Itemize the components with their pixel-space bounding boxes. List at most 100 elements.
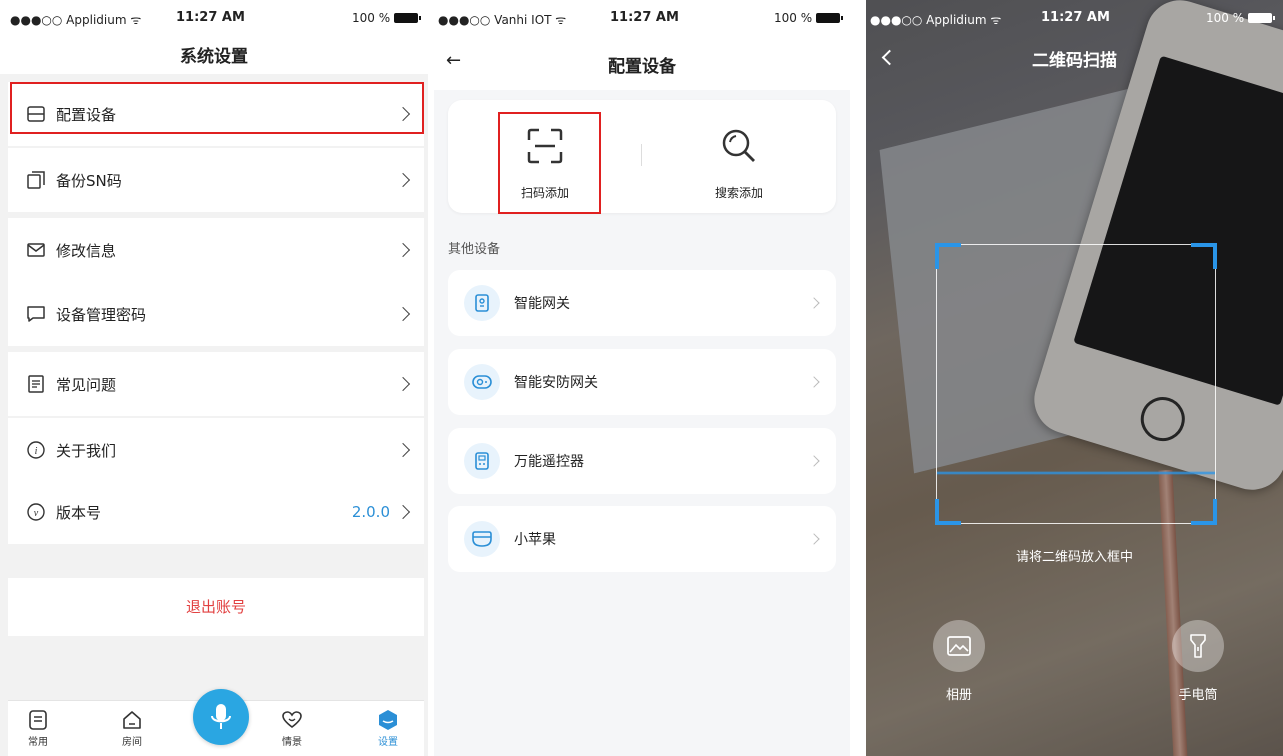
search-add-button[interactable]: 搜索添加 xyxy=(642,100,836,213)
menu-item-configure-device[interactable]: 配置设备 xyxy=(8,82,424,146)
message-icon xyxy=(26,304,46,324)
version-value: 2.0.0 xyxy=(351,503,390,521)
menu-item-faq[interactable]: 常见问题 xyxy=(8,352,424,416)
chevron-right-icon xyxy=(395,504,411,520)
status-time: 11:27 AM xyxy=(176,10,245,25)
scan-add-button[interactable]: 扫码添加 xyxy=(448,100,642,213)
tab-label: 房间 xyxy=(122,737,142,748)
carrier-label: ●●●○○ Vanhi IOT ᯤ xyxy=(438,13,567,27)
tab-label: 设置 xyxy=(378,737,398,748)
album-button[interactable]: 相册 xyxy=(919,620,999,703)
voice-button[interactable] xyxy=(193,689,249,745)
scan-line xyxy=(937,471,1215,475)
page-title: 系统设置 xyxy=(180,47,248,67)
album-label: 相册 xyxy=(945,688,972,703)
version-icon: v xyxy=(26,502,46,522)
menu-label: 关于我们 xyxy=(56,441,117,460)
device-label: 智能网关 xyxy=(514,296,570,312)
scan-icon xyxy=(448,100,642,164)
flashlight-button[interactable]: 手电筒 xyxy=(1158,620,1238,703)
status-time: 11:27 AM xyxy=(1041,10,1110,25)
status-bar: ●●●○○ Applidium ᯤ 11:27 AM 100 % xyxy=(0,0,428,36)
battery-icon xyxy=(394,13,422,23)
device-item-smart-gateway[interactable]: 智能网关 xyxy=(448,270,836,336)
qr-scan-screen: ●●●○○ Applidium ᯤ 11:27 AM 100 % 二维码扫描 请… xyxy=(866,0,1283,756)
chevron-right-icon xyxy=(808,297,820,309)
scan-corner xyxy=(1191,243,1217,269)
device-icon xyxy=(26,104,46,124)
document-icon xyxy=(26,374,46,394)
menu-item-version[interactable]: v 版本号 2.0.0 xyxy=(8,480,424,544)
status-bar: ●●●○○ Applidium ᯤ 11:27 AM 100 % xyxy=(866,0,1283,36)
menu-item-edit-info[interactable]: 修改信息 xyxy=(8,218,424,282)
chevron-right-icon xyxy=(395,242,411,258)
svg-text:i: i xyxy=(35,446,38,457)
image-icon xyxy=(933,620,985,672)
carrier-label: ●●●○○ Applidium ᯤ xyxy=(10,13,142,27)
flashlight-label: 手电筒 xyxy=(1178,688,1218,703)
svg-text:v: v xyxy=(34,508,39,519)
copy-icon xyxy=(26,170,46,190)
menu-item-about-us[interactable]: i 关于我们 xyxy=(8,418,424,482)
menu-label: 备份SN码 xyxy=(56,171,122,190)
camera-icon xyxy=(464,364,500,400)
tab-room[interactable]: 房间 xyxy=(102,707,162,748)
tab-label: 情景 xyxy=(282,737,302,748)
logout-button[interactable]: 退出账号 xyxy=(8,578,424,636)
menu-item-device-password[interactable]: 设备管理密码 xyxy=(8,282,424,346)
info-icon: i xyxy=(26,440,46,460)
scan-corner xyxy=(1191,499,1217,525)
device-label: 智能安防网关 xyxy=(514,375,598,391)
device-item-universal-remote[interactable]: 万能遥控器 xyxy=(448,428,836,494)
battery-percent: 100 % xyxy=(774,11,813,25)
chevron-right-icon xyxy=(395,106,411,122)
page-title: 二维码扫描 xyxy=(1032,51,1117,71)
carrier-label: ●●●○○ Applidium ᯤ xyxy=(870,13,1002,27)
search-icon xyxy=(642,100,836,164)
device-item-little-apple[interactable]: 小苹果 xyxy=(448,506,836,572)
menu-label: 版本号 xyxy=(56,503,102,522)
scan-frame xyxy=(935,243,1217,525)
scan-corner xyxy=(935,243,961,269)
settings-icon xyxy=(358,707,418,733)
battery-percent: 100 % xyxy=(352,11,391,25)
remote-icon xyxy=(464,443,500,479)
chevron-right-icon xyxy=(395,376,411,392)
settings-screen: ●●●○○ Applidium ᯤ 11:27 AM 100 % 系统设置 配置… xyxy=(0,0,428,756)
scan-corner xyxy=(935,499,961,525)
chevron-right-icon xyxy=(395,442,411,458)
configure-device-screen: ●●●○○ Vanhi IOT ᯤ 11:27 AM 100 % ← 配置设备 … xyxy=(434,0,850,756)
list-icon xyxy=(8,707,68,733)
section-title: 其他设备 xyxy=(448,242,501,257)
search-add-label: 搜索添加 xyxy=(714,186,763,200)
device-label: 小苹果 xyxy=(514,532,556,548)
tab-scene[interactable]: 情景 xyxy=(262,707,322,748)
menu-item-backup-sn[interactable]: 备份SN码 xyxy=(8,148,424,212)
menu-label: 修改信息 xyxy=(56,241,117,260)
chevron-right-icon xyxy=(808,455,820,467)
add-device-card: 扫码添加 搜索添加 xyxy=(448,100,836,213)
tab-bar: 常用 房间 情景 设置 xyxy=(8,689,424,756)
device-label: 万能遥控器 xyxy=(514,454,584,470)
menu-label: 设备管理密码 xyxy=(56,305,147,324)
menu-label: 配置设备 xyxy=(56,105,117,124)
scan-add-label: 扫码添加 xyxy=(520,186,569,200)
chevron-right-icon xyxy=(808,533,820,545)
chevron-right-icon xyxy=(395,172,411,188)
menu-label: 常见问题 xyxy=(56,375,117,394)
device-item-security-gateway[interactable]: 智能安防网关 xyxy=(448,349,836,415)
heart-icon xyxy=(262,707,322,733)
device-icon xyxy=(464,521,500,557)
battery-icon xyxy=(1248,13,1276,23)
home-icon xyxy=(102,707,162,733)
gateway-icon xyxy=(464,285,500,321)
tab-settings[interactable]: 设置 xyxy=(358,707,418,748)
battery-icon xyxy=(816,13,844,23)
tab-label: 常用 xyxy=(28,737,48,748)
chevron-right-icon xyxy=(808,376,820,388)
scan-hint: 请将二维码放入框中 xyxy=(1015,550,1133,565)
chevron-right-icon xyxy=(395,306,411,322)
page-title: 配置设备 xyxy=(608,57,676,77)
tab-common[interactable]: 常用 xyxy=(8,707,68,748)
battery-percent: 100 % xyxy=(1206,11,1245,25)
